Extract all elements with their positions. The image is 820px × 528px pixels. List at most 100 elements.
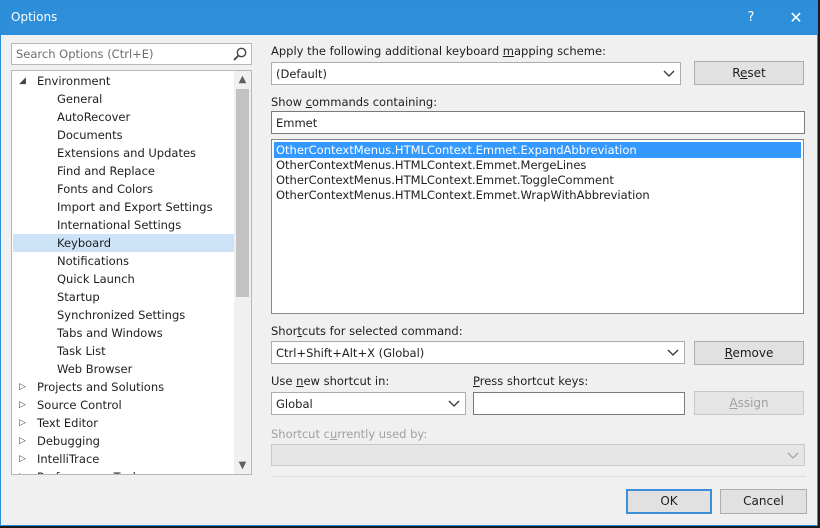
tree-item[interactable]: ▷ IntelliTrace xyxy=(13,450,234,468)
tree-item[interactable]: Import and Export Settings xyxy=(13,198,234,216)
tree-item-label: Find and Replace xyxy=(57,164,155,178)
commands-filter-input[interactable] xyxy=(272,112,804,133)
scroll-thumb[interactable] xyxy=(236,89,249,297)
tree-item-label: Quick Launch xyxy=(57,272,135,286)
tree-item-label: Tabs and Windows xyxy=(57,326,163,340)
shortcut-scope-value: Global xyxy=(276,397,313,411)
search-icon[interactable] xyxy=(232,46,248,62)
assign-button[interactable]: Assign xyxy=(694,391,804,415)
tree-item[interactable]: Fonts and Colors xyxy=(13,180,234,198)
tree-item-label: Synchronized Settings xyxy=(57,308,186,322)
dialog-title: Options xyxy=(11,10,58,24)
show-commands-label: Show commands containing: xyxy=(271,95,438,109)
tree-item-label: Fonts and Colors xyxy=(57,182,153,196)
tree-item-label: General xyxy=(57,92,103,106)
cancel-button[interactable]: Cancel xyxy=(720,489,807,514)
collapsed-arrow-icon[interactable]: ▷ xyxy=(19,414,29,432)
collapsed-arrow-icon[interactable]: ▷ xyxy=(19,432,29,450)
used-by-label: Shortcut currently used by: xyxy=(271,427,428,441)
chevron-down-icon xyxy=(448,400,460,407)
commands-list[interactable]: OtherContextMenus.HTMLContext.Emmet.Expa… xyxy=(271,139,804,314)
command-list-item[interactable]: OtherContextMenus.HTMLContext.Emmet.Merg… xyxy=(274,157,801,173)
tree-item[interactable]: ◢ Environment xyxy=(13,72,234,90)
tree-item[interactable]: Notifications xyxy=(13,252,234,270)
tree-item[interactable]: ▷ Text Editor xyxy=(13,414,234,432)
tree-item-label: Import and Export Settings xyxy=(57,200,213,214)
tree-item[interactable]: International Settings xyxy=(13,216,234,234)
tree-item[interactable]: ▷ Source Control xyxy=(13,396,234,414)
press-shortcut-input[interactable] xyxy=(474,393,684,414)
collapsed-arrow-icon[interactable]: ▷ xyxy=(19,468,29,474)
press-shortcut-label: Press shortcut keys: xyxy=(473,374,589,388)
tree-item-label: Keyboard xyxy=(57,236,112,250)
collapsed-arrow-icon[interactable]: ▷ xyxy=(19,450,29,468)
commands-filter-field[interactable] xyxy=(271,111,805,134)
tree-item-label: Startup xyxy=(57,290,100,304)
shortcuts-dropdown[interactable]: Ctrl+Shift+Alt+X (Global) xyxy=(271,341,685,364)
tree-item-label: Projects and Solutions xyxy=(37,380,165,394)
tree-item-label: Environment xyxy=(37,74,111,88)
command-list-item[interactable]: OtherContextMenus.HTMLContext.Emmet.Expa… xyxy=(274,142,801,158)
tree-item-label: Extensions and Updates xyxy=(57,146,197,160)
remove-button[interactable]: Remove xyxy=(694,341,804,365)
command-name: OtherContextMenus.HTMLContext.Emmet.Togg… xyxy=(276,173,614,187)
tree-item[interactable]: Find and Replace xyxy=(13,162,234,180)
tree-item-label: Source Control xyxy=(37,398,122,412)
tree-item[interactable]: Quick Launch xyxy=(13,270,234,288)
command-list-item[interactable]: OtherContextMenus.HTMLContext.Emmet.Togg… xyxy=(274,172,801,188)
options-dialog: Options ? ✕ ◢ Environment General AutoRecov… xyxy=(0,0,818,526)
tree-item[interactable]: Synchronized Settings xyxy=(13,306,234,324)
command-name: OtherContextMenus.HTMLContext.Emmet.Wrap… xyxy=(276,188,650,202)
mapping-scheme-label: Apply the following additional keyboard … xyxy=(271,44,606,58)
help-button[interactable]: ? xyxy=(736,7,766,29)
tree-item[interactable]: Startup xyxy=(13,288,234,306)
chevron-down-icon xyxy=(667,349,679,356)
scroll-down-icon[interactable]: ▼ xyxy=(234,457,251,474)
tree-item[interactable]: Task List xyxy=(13,342,234,360)
tree-item[interactable]: ▷ Performance Tools xyxy=(13,468,234,474)
mapping-scheme-dropdown[interactable]: (Default) xyxy=(271,62,681,85)
used-by-dropdown[interactable] xyxy=(271,444,805,466)
command-list-item[interactable]: OtherContextMenus.HTMLContext.Emmet.Wrap… xyxy=(274,187,801,203)
options-tree[interactable]: ◢ Environment General AutoRecover Documents E… xyxy=(11,70,252,475)
tree-item-label: AutoRecover xyxy=(57,110,131,124)
scroll-up-icon[interactable]: ▲ xyxy=(234,71,251,88)
tree-item[interactable]: Extensions and Updates xyxy=(13,144,234,162)
command-name: OtherContextMenus.HTMLContext.Emmet.Expa… xyxy=(276,143,637,157)
reset-button[interactable]: Reset xyxy=(694,61,804,85)
shortcut-scope-dropdown[interactable]: Global xyxy=(271,392,466,415)
tree-item[interactable]: Keyboard xyxy=(13,234,234,252)
tree-item-label: Web Browser xyxy=(57,362,133,376)
search-options-input[interactable] xyxy=(12,44,231,64)
close-button[interactable]: ✕ xyxy=(779,7,813,29)
footer-divider xyxy=(271,476,806,477)
tree-item-label: International Settings xyxy=(57,218,182,232)
tree-item-label: Text Editor xyxy=(37,416,98,430)
search-box[interactable] xyxy=(11,43,252,65)
tree-item[interactable]: ▷ Projects and Solutions xyxy=(13,378,234,396)
tree-item-label: Documents xyxy=(57,128,123,142)
command-name: OtherContextMenus.HTMLContext.Emmet.Merg… xyxy=(276,158,587,172)
tree-item[interactable]: Documents xyxy=(13,126,234,144)
tree-item[interactable]: ▷ Debugging xyxy=(13,432,234,450)
tree-item-label: Debugging xyxy=(37,434,100,448)
expanded-arrow-icon[interactable]: ◢ xyxy=(19,72,29,90)
tree-item[interactable]: Tabs and Windows xyxy=(13,324,234,342)
shortcuts-label: Shortcuts for selected command: xyxy=(271,324,463,338)
tree-item[interactable]: General xyxy=(13,90,234,108)
collapsed-arrow-icon[interactable]: ▷ xyxy=(19,378,29,396)
tree-item[interactable]: AutoRecover xyxy=(13,108,234,126)
use-new-shortcut-label: Use new shortcut in: xyxy=(271,374,390,388)
chevron-down-icon xyxy=(663,70,675,77)
tree-scrollbar[interactable]: ▲ ▼ xyxy=(234,71,251,474)
collapsed-arrow-icon[interactable]: ▷ xyxy=(19,396,29,414)
shortcuts-value: Ctrl+Shift+Alt+X (Global) xyxy=(276,346,425,360)
title-bar[interactable]: Options ? ✕ xyxy=(1,1,817,35)
tree-item-label: Performance Tools xyxy=(37,468,142,474)
tree-item-label: IntelliTrace xyxy=(37,452,100,466)
tree-item-label: Task List xyxy=(57,344,106,358)
tree-item-label: Notifications xyxy=(57,254,129,268)
press-shortcut-field[interactable] xyxy=(473,392,685,415)
ok-button[interactable]: OK xyxy=(626,489,712,514)
tree-item[interactable]: Web Browser xyxy=(13,360,234,378)
